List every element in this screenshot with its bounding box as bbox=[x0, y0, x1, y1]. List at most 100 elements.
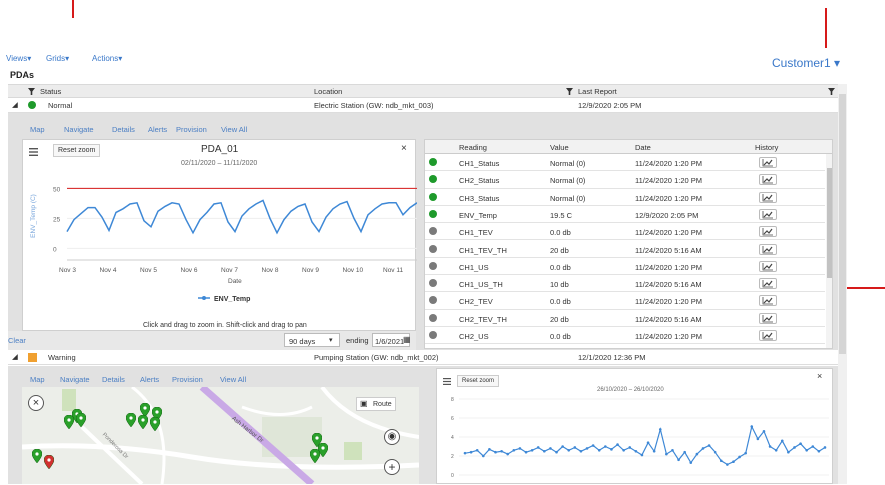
legend[interactable]: ENV_Temp bbox=[198, 296, 250, 303]
close-icon[interactable]: × bbox=[817, 371, 822, 381]
locate-icon[interactable]: ◉ bbox=[384, 429, 400, 445]
tab-map[interactable]: Map bbox=[30, 125, 45, 134]
history-button[interactable] bbox=[759, 312, 777, 324]
line-chart[interactable]: 0 25 50 ENV_Temp (C) Nov 3 Nov 4 Nov 5 Nov 6 Nov… bbox=[23, 170, 417, 332]
series-line[interactable] bbox=[66, 199, 417, 235]
value-cell: Normal (0) bbox=[550, 176, 586, 186]
tab-view-all[interactable]: View All bbox=[221, 125, 247, 134]
map-pin-icon[interactable] bbox=[44, 455, 54, 469]
history-button[interactable] bbox=[759, 330, 777, 341]
tab-navigate[interactable]: Navigate bbox=[64, 125, 94, 134]
line-chart-2[interactable]: 0 2 4 6 8 bbox=[437, 395, 834, 485]
data-point bbox=[677, 458, 680, 462]
data-point bbox=[683, 450, 686, 454]
map-pin-icon[interactable] bbox=[126, 413, 136, 427]
grid-header: Status Location Last Report bbox=[8, 84, 838, 98]
filter-icon[interactable] bbox=[28, 88, 35, 95]
map-pin-icon[interactable] bbox=[76, 413, 86, 427]
data-point bbox=[579, 449, 583, 453]
location-column-header[interactable]: Location bbox=[314, 87, 342, 96]
scrollbar-thumb[interactable] bbox=[827, 168, 832, 278]
history-button[interactable] bbox=[759, 208, 777, 220]
history-button[interactable] bbox=[759, 243, 777, 255]
close-map-icon[interactable]: × bbox=[28, 395, 44, 411]
actions-menu[interactable]: Actions▾ bbox=[92, 54, 122, 63]
pda-row-warning[interactable]: ◢ Warning Pumping Station (GW: ndb_mkt_0… bbox=[8, 350, 838, 365]
column-date[interactable]: Date bbox=[635, 143, 651, 152]
data-point bbox=[543, 449, 546, 453]
history-button[interactable] bbox=[759, 191, 777, 203]
column-history[interactable]: History bbox=[755, 143, 778, 152]
history-button[interactable] bbox=[759, 174, 777, 186]
history-button[interactable] bbox=[759, 226, 777, 238]
tab-map[interactable]: Map bbox=[30, 375, 45, 384]
chart-icon bbox=[762, 332, 773, 340]
views-menu[interactable]: Views▾ bbox=[6, 54, 31, 63]
customer-dropdown[interactable]: Customer1 ▾ bbox=[772, 56, 840, 70]
map-view[interactable]: Ash Harbor Dr Ponderosa Dr × ▣ Route ◉ + bbox=[22, 387, 419, 484]
history-button[interactable] bbox=[759, 260, 777, 272]
tab-view-all[interactable]: View All bbox=[220, 375, 246, 384]
annotation-line-customer bbox=[825, 8, 827, 48]
tab-alerts[interactable]: Alerts bbox=[140, 375, 159, 384]
map-pin-icon[interactable] bbox=[32, 449, 42, 463]
column-value[interactable]: Value bbox=[550, 143, 569, 152]
clear-link[interactable]: Clear bbox=[8, 336, 26, 345]
date-cell: 12/9/2020 2:05 PM bbox=[635, 210, 699, 220]
tab-alerts[interactable]: Alerts bbox=[148, 125, 167, 134]
hamburger-menu-icon[interactable] bbox=[443, 378, 451, 385]
tab-details[interactable]: Details bbox=[112, 125, 135, 134]
data-point bbox=[780, 439, 784, 443]
table-row[interactable]: ENV_Temp 19.5 C 12/9/2020 2:05 PM bbox=[425, 206, 825, 224]
tab-details[interactable]: Details bbox=[102, 375, 125, 384]
table-row[interactable]: CH2_US 0.0 db 11/24/2020 1:20 PM bbox=[425, 327, 825, 345]
data-point bbox=[787, 450, 790, 454]
table-row[interactable]: CH3_Status Normal (0) 11/24/2020 1:20 PM bbox=[425, 189, 825, 206]
tab-provision[interactable]: Provision bbox=[176, 125, 207, 134]
tab-navigate[interactable]: Navigate bbox=[60, 375, 90, 384]
map-pin-icon[interactable] bbox=[310, 449, 320, 463]
table-row[interactable]: CH2_TEV_TH 20 db 11/24/2020 5:16 AM bbox=[425, 310, 825, 327]
pda-row-normal[interactable]: ◢ Normal Electric Station (GW: ndb_mkt_0… bbox=[8, 98, 838, 113]
y-tick-label: 4 bbox=[451, 435, 454, 441]
history-button[interactable] bbox=[759, 278, 777, 290]
table-row[interactable]: CH1_TEV_TH 20 db 11/24/2020 5:16 AM bbox=[425, 241, 825, 258]
map-pin-icon[interactable] bbox=[64, 415, 74, 429]
data-point bbox=[762, 430, 766, 433]
zoom-in-icon[interactable]: + bbox=[384, 459, 400, 475]
table-row[interactable]: CH1_US_TH 10 db 11/24/2020 5:16 AM bbox=[425, 275, 825, 293]
status-dot bbox=[429, 313, 437, 322]
calendar-icon[interactable]: ▦ bbox=[403, 335, 411, 344]
series-line[interactable] bbox=[464, 424, 826, 466]
history-button[interactable] bbox=[759, 295, 777, 307]
route-button[interactable]: ▣ Route bbox=[356, 397, 396, 411]
reset-zoom-button[interactable]: Reset zoom bbox=[457, 375, 500, 387]
last-report-column-header[interactable]: Last Report bbox=[578, 87, 617, 96]
status-column-header[interactable]: Status bbox=[40, 87, 61, 96]
table-row[interactable]: CH1_TEV 0.0 db 11/24/2020 1:20 PM bbox=[425, 223, 825, 241]
close-icon[interactable]: × bbox=[401, 143, 407, 154]
page-scrollbar[interactable] bbox=[838, 84, 847, 484]
table-row[interactable]: CH2_TEV 0.0 db 11/24/2020 1:20 PM bbox=[425, 292, 825, 310]
collapse-icon[interactable]: ◢ bbox=[12, 352, 18, 361]
history-button[interactable] bbox=[759, 157, 777, 168]
table-row[interactable]: CH2_Status Normal (0) 11/24/2020 1:20 PM bbox=[425, 171, 825, 189]
page-scrollbar-thumb[interactable] bbox=[839, 94, 846, 354]
hamburger-menu-icon[interactable] bbox=[29, 148, 38, 156]
reset-zoom-button[interactable]: Reset zoom bbox=[53, 144, 101, 157]
grids-menu[interactable]: Grids▾ bbox=[46, 54, 69, 63]
table-row[interactable]: CH1_Status Normal (0) 11/24/2020 1:20 PM bbox=[425, 154, 825, 172]
filter-icon[interactable] bbox=[828, 88, 835, 95]
range-select[interactable]: 90 days ▾ bbox=[284, 333, 340, 347]
x-tick-label: Nov 3 bbox=[59, 267, 76, 274]
collapse-icon[interactable]: ◢ bbox=[12, 100, 18, 109]
table-row[interactable]: CH1_US 0.0 db 11/24/2020 1:20 PM bbox=[425, 258, 825, 276]
tab-provision[interactable]: Provision bbox=[172, 375, 203, 384]
map-pin-icon[interactable] bbox=[138, 415, 148, 429]
chart-title: PDA_01 bbox=[201, 144, 239, 155]
map-pin-icon[interactable] bbox=[150, 417, 160, 431]
column-reading[interactable]: Reading bbox=[459, 143, 487, 152]
data-point bbox=[616, 443, 619, 446]
filter-icon[interactable] bbox=[566, 88, 573, 95]
table-scrollbar[interactable] bbox=[826, 154, 832, 348]
